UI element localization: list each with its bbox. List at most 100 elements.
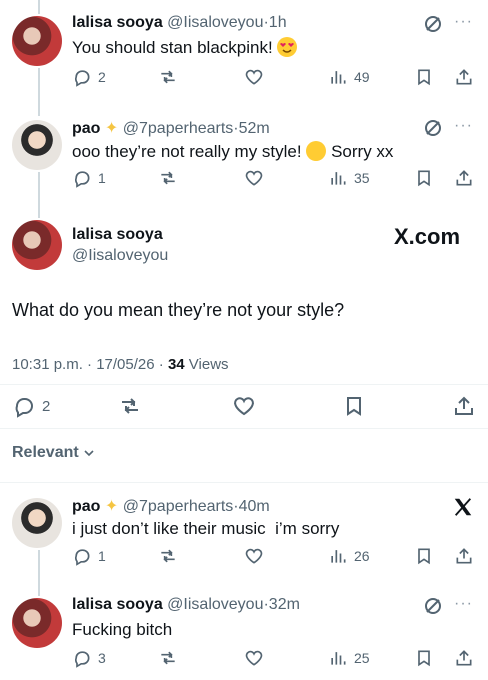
avatar[interactable]: [12, 16, 62, 66]
reply-icon: [75, 549, 90, 566]
display-name[interactable]: lalisa sooya: [72, 14, 163, 31]
timestamp[interactable]: 1h: [269, 14, 287, 31]
brand-watermark: X.com: [394, 224, 461, 249]
view-count: 49: [354, 69, 370, 85]
tweet-text: i just don’t like their music i’m sorry: [72, 519, 340, 538]
view-count: 26: [354, 548, 370, 564]
views-button[interactable]: 26: [328, 546, 370, 566]
share-icon: [455, 396, 473, 415]
like-button[interactable]: [244, 67, 264, 87]
retweet-button[interactable]: [158, 168, 178, 188]
sparkle-emoji-icon: ✦: [104, 498, 119, 515]
chevron-down-icon: [84, 450, 94, 457]
avatar[interactable]: [12, 220, 62, 270]
x-logo-icon[interactable]: [452, 496, 474, 523]
bookmark-button[interactable]: [414, 67, 434, 87]
grok-icon[interactable]: [424, 119, 442, 142]
display-name[interactable]: lalisa sooya: [72, 596, 163, 613]
reply-icon: [75, 70, 90, 87]
retweet-button[interactable]: [158, 67, 178, 87]
tweet-text: What do you mean they’re not your style?: [12, 300, 345, 320]
bookmark-button[interactable]: [414, 168, 434, 188]
thread-line-top: [38, 0, 40, 14]
reply-button[interactable]: 2: [12, 394, 50, 418]
pleading-face-emoji-icon: [306, 141, 327, 161]
share-icon: [456, 548, 472, 564]
sort-replies-dropdown[interactable]: Relevant: [12, 444, 95, 462]
timestamp[interactable]: 32m: [269, 596, 300, 613]
share-button[interactable]: [454, 168, 474, 188]
timestamp[interactable]: 52m: [239, 120, 270, 137]
reply-button[interactable]: 1: [72, 168, 106, 188]
handle[interactable]: @7paperhearts: [123, 120, 234, 137]
share-button[interactable]: [454, 67, 474, 87]
handle[interactable]: @Iisaloveyou: [167, 14, 263, 31]
reply-icon: [15, 398, 33, 418]
handle[interactable]: @Iisaloveyou: [167, 596, 263, 613]
bookmark-button[interactable]: [342, 394, 366, 418]
handle[interactable]: @Iisaloveyou: [72, 247, 168, 265]
more-icon[interactable]: ···: [454, 117, 473, 135]
reply-icon: [75, 171, 90, 188]
share-button[interactable]: [452, 394, 476, 418]
like-button[interactable]: [244, 648, 264, 668]
heart-icon: [245, 170, 263, 186]
analytics-icon: [331, 550, 346, 563]
display-name[interactable]: lalisa sooya: [72, 226, 163, 244]
share-icon: [456, 170, 472, 186]
timestamp[interactable]: 40m: [239, 498, 270, 515]
tweet-text-end: Sorry xx: [331, 142, 394, 161]
bookmark-icon: [347, 397, 361, 416]
retweet-icon: [161, 651, 175, 665]
bookmark-button[interactable]: [414, 648, 434, 668]
analytics-icon: [331, 652, 346, 665]
views-label: Views: [184, 356, 229, 373]
heart-icon: [234, 397, 254, 416]
retweet-button[interactable]: [158, 546, 178, 566]
handle[interactable]: @7paperhearts: [123, 498, 234, 515]
timestamp[interactable]: 10:31 p.m. · 17/05/26 ·: [12, 356, 168, 373]
reply-count: 2: [42, 397, 51, 415]
share-icon: [456, 69, 472, 85]
share-icon: [456, 650, 472, 666]
avatar[interactable]: [12, 598, 62, 648]
retweet-button[interactable]: [118, 394, 142, 418]
bookmark-button[interactable]: [414, 546, 434, 566]
analytics-icon: [331, 71, 346, 84]
like-button[interactable]: [244, 546, 264, 566]
grok-icon[interactable]: [424, 597, 442, 620]
grok-icon[interactable]: [424, 15, 442, 38]
reply-button[interactable]: 2: [72, 67, 106, 87]
views-button[interactable]: 25: [328, 648, 370, 668]
avatar[interactable]: [12, 120, 62, 170]
more-icon[interactable]: ···: [454, 13, 473, 31]
reply-button[interactable]: 3: [72, 648, 106, 668]
retweet-icon: [161, 549, 175, 563]
heart-eyes-emoji-icon: [277, 37, 298, 57]
share-button[interactable]: [454, 546, 474, 566]
sparkle-emoji-icon: ✦: [104, 120, 119, 137]
bookmark-icon: [418, 170, 430, 187]
bookmark-icon: [418, 650, 430, 667]
heart-icon: [245, 548, 263, 564]
view-count: 35: [354, 170, 370, 186]
like-button[interactable]: [232, 394, 256, 418]
like-button[interactable]: [244, 168, 264, 188]
heart-icon: [245, 69, 263, 85]
analytics-icon: [331, 172, 346, 185]
retweet-icon: [122, 398, 138, 414]
retweet-icon: [161, 70, 175, 84]
display-name[interactable]: pao: [72, 498, 100, 515]
retweet-button[interactable]: [158, 648, 178, 668]
reply-count: 3: [98, 650, 106, 666]
display-name[interactable]: pao: [72, 120, 100, 137]
views-button[interactable]: 35: [328, 168, 370, 188]
tweet-text: You should stan blackpink!: [72, 38, 273, 57]
reply-count: 1: [98, 548, 106, 564]
views-button[interactable]: 49: [328, 67, 370, 87]
share-button[interactable]: [454, 648, 474, 668]
reply-button[interactable]: 1: [72, 546, 106, 566]
reply-count: 1: [98, 170, 106, 186]
more-icon[interactable]: ···: [454, 595, 473, 613]
avatar[interactable]: [12, 498, 62, 548]
